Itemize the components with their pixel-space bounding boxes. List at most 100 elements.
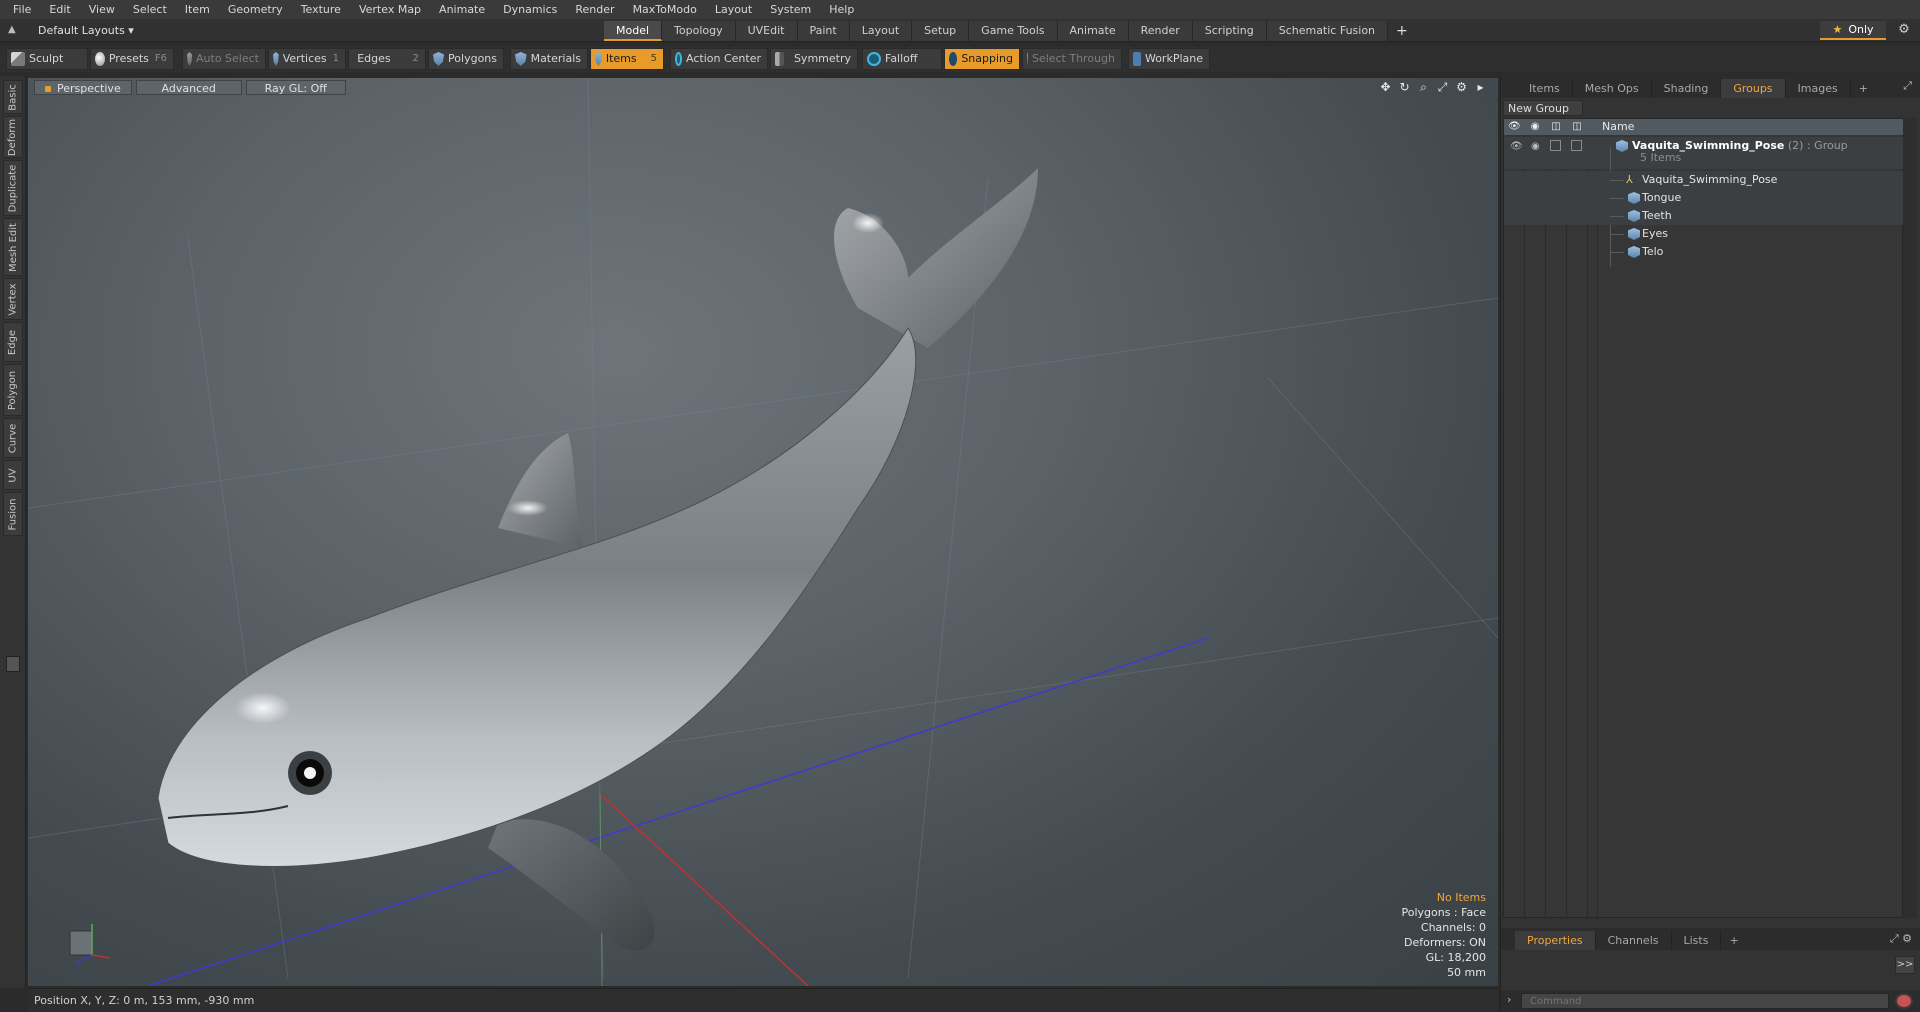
tab-scripting[interactable]: Scripting [1192, 21, 1267, 41]
viewport-settings-icon[interactable]: ⚙ [1452, 79, 1471, 95]
edges-button[interactable]: Edges 2 [348, 48, 426, 70]
panel-expand-icon[interactable]: ⤢ [1903, 79, 1912, 93]
menu-item[interactable]: Item [176, 0, 219, 19]
name-column-header[interactable]: Name [1602, 119, 1634, 135]
properties-expand-icon[interactable]: ⤢ ⚙ [1890, 932, 1912, 946]
auto-select-button[interactable]: Auto Select [182, 48, 266, 70]
group-render-icon[interactable]: ◉ [1531, 141, 1540, 152]
polygons-button[interactable]: Polygons [428, 48, 504, 70]
menu-layout[interactable]: Layout [706, 0, 761, 19]
tab-lists[interactable]: Lists [1672, 931, 1722, 950]
tab-images[interactable]: Images [1786, 79, 1851, 98]
menu-texture[interactable]: Texture [292, 0, 350, 19]
menu-vertex-map[interactable]: Vertex Map [350, 0, 430, 19]
left-tab-fusion[interactable]: Fusion [3, 492, 23, 536]
tree-item-tongue[interactable]: Tongue [1504, 189, 1904, 207]
items-button[interactable]: Items 5 [590, 48, 664, 70]
tree-item-vaquita-swimming-pose[interactable]: ⅄ Vaquita_Swimming_Pose [1504, 171, 1904, 189]
record-macro-icon[interactable] [1895, 993, 1913, 1009]
left-tab-curve[interactable]: Curve [3, 418, 23, 458]
menu-edit[interactable]: Edit [40, 0, 79, 19]
sculpt-button[interactable]: Sculpt [6, 48, 88, 70]
3d-viewport[interactable]: Perspective Advanced Ray GL: Off ✥ ↻ ⌕ ⤢… [28, 78, 1498, 986]
add-layout-tab-button[interactable]: + [1388, 21, 1416, 41]
layout-dropdown[interactable]: Default Layouts ▾ [30, 22, 142, 39]
layout-collapse-icon[interactable]: ▲ [8, 24, 20, 36]
vertices-button[interactable]: Vertices 1 [268, 48, 346, 70]
gear-icon[interactable]: ⚙ [1896, 22, 1912, 38]
select-through-button[interactable]: Select Through [1022, 48, 1122, 70]
left-tab-polygon[interactable]: Polygon [3, 364, 23, 416]
visibility-column-eye-icon[interactable]: 👁 [1508, 121, 1521, 133]
left-tab-uv[interactable]: UV [3, 460, 23, 490]
tab-properties[interactable]: Properties [1515, 931, 1596, 950]
tab-setup[interactable]: Setup [912, 21, 970, 41]
new-group-button[interactable]: New Group [1503, 100, 1583, 116]
tree-scrollbar[interactable] [1903, 118, 1917, 918]
menu-dynamics[interactable]: Dynamics [494, 0, 566, 19]
tab-game-tools[interactable]: Game Tools [969, 21, 1058, 41]
rotate-icon[interactable]: ↻ [1395, 79, 1414, 95]
command-arrow-icon[interactable]: › [1507, 993, 1511, 1006]
only-button[interactable]: ★ Only [1820, 21, 1886, 40]
add-properties-tab-button[interactable]: + [1721, 931, 1746, 950]
left-tab-extra-button[interactable] [6, 656, 20, 672]
viewport-expand-icon[interactable]: ▸ [1471, 79, 1490, 95]
render-column-icon[interactable]: ◉ [1529, 121, 1541, 133]
tab-mesh-ops[interactable]: Mesh Ops [1573, 79, 1652, 98]
select-column-icon[interactable]: ◫ [1571, 121, 1583, 133]
left-tab-vertex[interactable]: Vertex [3, 278, 23, 320]
pan-icon[interactable]: ✥ [1376, 79, 1395, 95]
menu-render[interactable]: Render [566, 0, 623, 19]
menu-file[interactable]: File [4, 0, 40, 19]
zoom-icon[interactable]: ⌕ [1414, 79, 1433, 95]
tab-paint[interactable]: Paint [797, 21, 850, 41]
symmetry-button[interactable]: Symmetry [770, 48, 858, 70]
items-label: Items [605, 52, 637, 65]
tab-render[interactable]: Render [1128, 21, 1193, 41]
menu-geometry[interactable]: Geometry [219, 0, 292, 19]
tab-items[interactable]: Items [1517, 79, 1573, 98]
tree-item-eyes[interactable]: Eyes [1504, 225, 1904, 243]
left-tab-basic[interactable]: Basic [3, 80, 23, 114]
group-lock-checkbox[interactable] [1550, 140, 1561, 151]
menu-animate[interactable]: Animate [430, 0, 494, 19]
tab-topology[interactable]: Topology [662, 21, 736, 41]
left-tab-mesh-edit[interactable]: Mesh Edit [3, 218, 23, 276]
tree-item-telo[interactable]: Telo [1504, 243, 1904, 261]
menu-help[interactable]: Help [820, 0, 863, 19]
presets-button[interactable]: Presets F6 [90, 48, 174, 70]
tab-uvedit[interactable]: UVEdit [735, 21, 798, 41]
tree-item-teeth[interactable]: Teeth [1504, 207, 1904, 225]
menu-system[interactable]: System [761, 0, 820, 19]
shading-mode-dropdown[interactable]: Advanced [135, 79, 242, 95]
falloff-button[interactable]: Falloff [862, 48, 942, 70]
tab-animate[interactable]: Animate [1057, 21, 1129, 41]
snapping-button[interactable]: Snapping [944, 48, 1020, 70]
fit-icon[interactable]: ⤢ [1433, 79, 1452, 95]
tab-layout[interactable]: Layout [849, 21, 913, 41]
group-visibility-eye-icon[interactable]: 👁 [1510, 141, 1523, 152]
tab-channels[interactable]: Channels [1596, 931, 1672, 950]
menu-view[interactable]: View [80, 0, 124, 19]
left-tab-duplicate[interactable]: Duplicate [3, 160, 23, 216]
tab-groups[interactable]: Groups [1721, 79, 1786, 98]
workplane-button[interactable]: WorkPlane [1128, 48, 1210, 70]
tab-shading[interactable]: Shading [1652, 79, 1722, 98]
raygl-toggle[interactable]: Ray GL: Off [245, 79, 346, 95]
menu-maxtomodo[interactable]: MaxToModo [624, 0, 706, 19]
add-panel-tab-button[interactable]: + [1851, 79, 1876, 98]
menu-select[interactable]: Select [124, 0, 176, 19]
command-input[interactable] [1521, 993, 1889, 1009]
group-row[interactable]: 👁 ◉ Vaquita_Swimming_Pose (2) : Group 5 … [1504, 137, 1904, 169]
left-tab-edge[interactable]: Edge [3, 322, 23, 362]
lock-column-icon[interactable]: ◫ [1550, 121, 1562, 133]
view-mode-dropdown[interactable]: Perspective [34, 79, 132, 95]
properties-more-button[interactable]: >> [1895, 956, 1915, 974]
left-tab-deform[interactable]: Deform [3, 116, 23, 158]
materials-button[interactable]: Materials [510, 48, 588, 70]
action-center-button[interactable]: Action Center [670, 48, 768, 70]
tab-model[interactable]: Model [604, 21, 663, 41]
tab-schematic-fusion[interactable]: Schematic Fusion [1266, 21, 1389, 41]
group-select-checkbox[interactable] [1571, 140, 1582, 151]
